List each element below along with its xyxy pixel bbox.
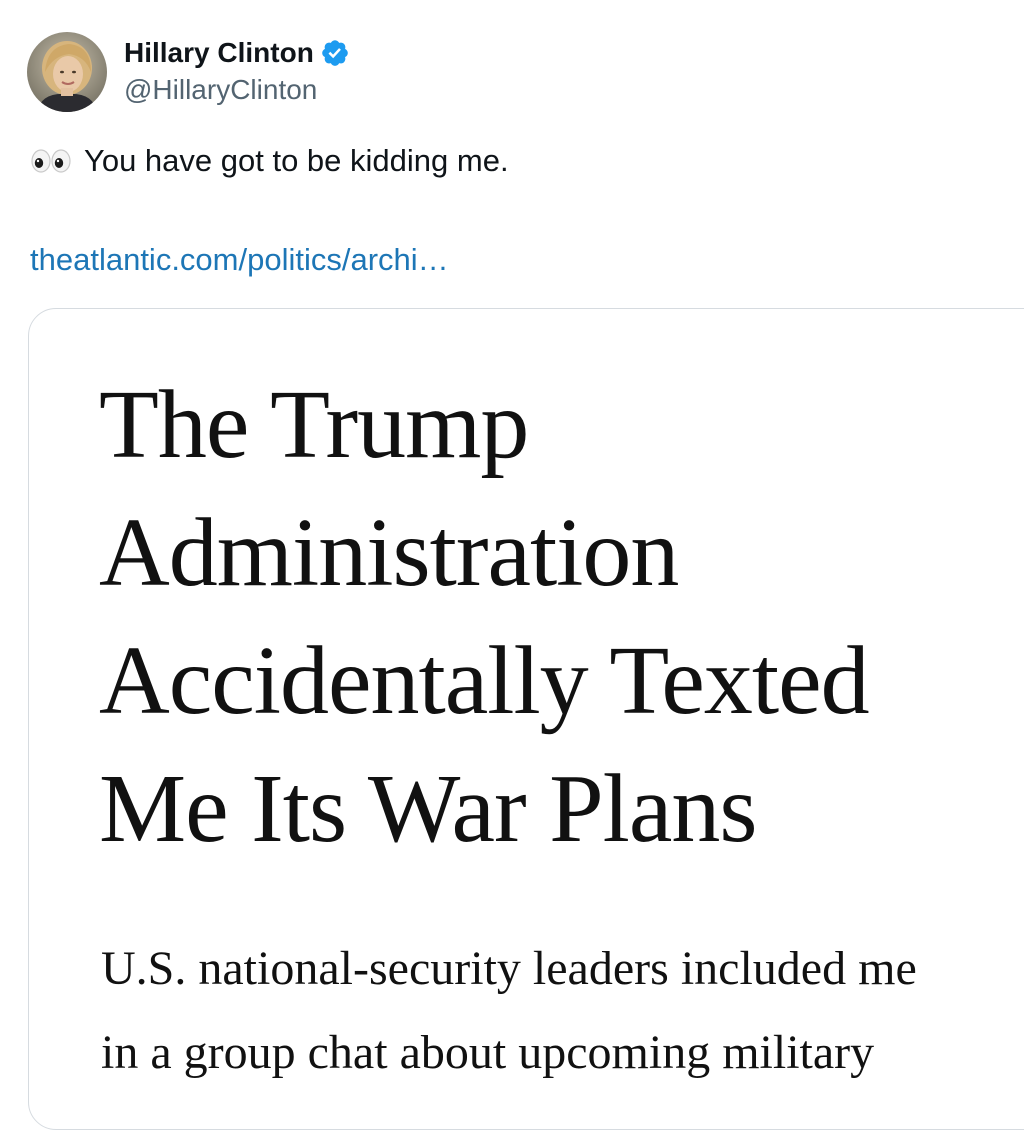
tweet-text: You have got to be kidding me.	[30, 143, 509, 179]
tweet-text-body: You have got to be kidding me.	[84, 143, 509, 178]
headline-line: Me Its War Plans	[99, 755, 758, 863]
article-deck: U.S. national-security leaders included …	[101, 927, 917, 1095]
headline-line: Accidentally Texted	[99, 627, 870, 735]
article-headline: The Trump Administration Accidentally Te…	[99, 361, 870, 873]
link-preview-card[interactable]: The Trump Administration Accidentally Te…	[28, 308, 1024, 1130]
deck-line: in a group chat about upcoming military	[101, 1026, 875, 1079]
deck-line: U.S. national-security leaders included …	[101, 942, 917, 995]
headline-line: The Trump	[99, 371, 529, 479]
author-avatar[interactable]	[27, 32, 107, 112]
verified-badge-icon[interactable]	[320, 38, 350, 68]
author-name-row: Hillary Clinton	[124, 34, 350, 72]
author-handle[interactable]: @HillaryClinton	[124, 74, 317, 106]
author-display-name[interactable]: Hillary Clinton	[124, 37, 314, 69]
headline-line: Administration	[99, 499, 679, 607]
profile-photo-icon	[27, 32, 107, 112]
eyes-emoji-icon	[30, 148, 72, 174]
article-link[interactable]: theatlantic.com/politics/archi…	[30, 242, 449, 278]
tweet: Hillary Clinton @HillaryClinton You have…	[0, 0, 1024, 1130]
